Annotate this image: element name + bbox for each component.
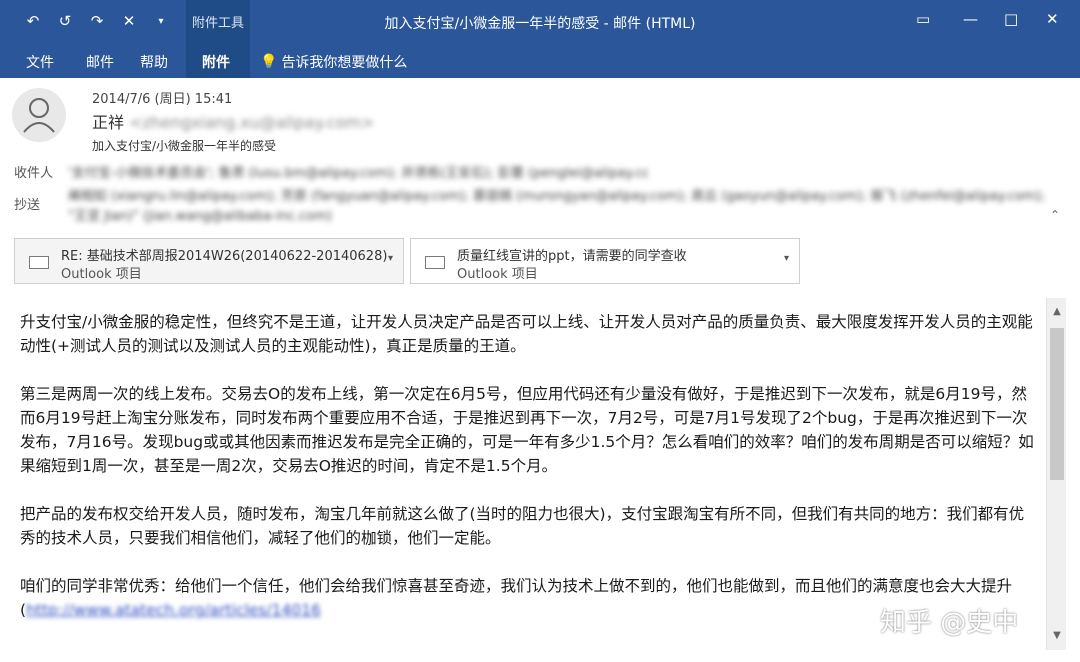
person-icon <box>23 98 55 133</box>
body-link[interactable]: http://www.atatech.org/articles/14016 <box>26 601 321 619</box>
sender-name: 正祥 <box>92 113 125 132</box>
reply-icon[interactable]: ↶ <box>22 10 44 32</box>
tab-help[interactable]: 帮助 <box>140 52 168 72</box>
cc-recipients-line2[interactable]: "王坚 Jian)" (jian.wang@alibaba-inc.com) <box>68 205 332 224</box>
qat-dropdown-icon[interactable]: ▾ <box>150 10 172 32</box>
attachment-item[interactable]: RE: 基础技术部周报2014W26(20140622-20140628) Ou… <box>14 238 404 284</box>
chevron-down-icon[interactable]: ▾ <box>784 253 789 264</box>
forward-icon[interactable]: ↷ <box>86 10 108 32</box>
body-paragraph: 把产品的发布权交给开发人员，随时发布，淘宝几年前就这么做了(当时的阻力也很大)，… <box>20 505 1025 547</box>
message-subject: 加入支付宝/小微金服一年半的感受 <box>92 139 277 153</box>
tab-file[interactable]: 文件 <box>26 52 54 72</box>
reply-all-icon[interactable]: ↺ <box>54 10 76 32</box>
body-paragraph: 升支付宝/小微金服的稳定性，但终究不是王道，让开发人员决定产品是否可以上线、让开… <box>20 313 1033 355</box>
to-label: 收件人 <box>14 166 54 181</box>
ribbon-tabs: 文件 邮件 帮助 💡 告诉我你想要做什么 <box>0 44 1080 78</box>
window-title: 加入支付宝/小微金服一年半的感受 - 邮件 (HTML) <box>384 16 696 32</box>
tell-me-box[interactable]: 💡 告诉我你想要做什么 <box>260 52 407 72</box>
scroll-up-icon[interactable]: ▲ <box>1050 306 1064 320</box>
quick-access-toolbar: ↶ ↺ ↷ ✕ ▾ <box>22 10 172 32</box>
attachment-type: Outlook 项目 <box>457 267 538 282</box>
sender-email: <zhengxiang.xu@alipay.com> <box>129 113 375 132</box>
scroll-down-icon[interactable]: ▼ <box>1050 630 1064 644</box>
body-paragraph: 第三是两周一次的线上发布。交易去O的发布上线，第一次定在6月5号，但应用代码还有… <box>20 385 1034 475</box>
cc-label: 抄送 <box>14 198 41 213</box>
restore-icon[interactable]: ▭ <box>916 10 930 28</box>
title-bar: ↶ ↺ ↷ ✕ ▾ 加入支付宝/小微金服一年半的感受 - 邮件 (HTML) ▭… <box>0 0 1080 44</box>
attachment-name: RE: 基础技术部周报2014W26(20140622-20140628) <box>61 249 388 264</box>
watermark: 知乎 @史中 <box>880 608 1019 638</box>
avatar <box>12 88 66 142</box>
attachment-bar: RE: 基础技术部周报2014W26(20140622-20140628) Ou… <box>0 230 1080 290</box>
tab-attachment[interactable]: 附件 <box>202 52 230 72</box>
collapse-header-icon[interactable]: ⌃ <box>1050 208 1060 222</box>
lightbulb-icon: 💡 <box>260 54 278 70</box>
mail-item-icon <box>29 256 49 269</box>
close-icon[interactable]: ✕ <box>1046 10 1059 28</box>
sender[interactable]: 正祥 <zhengxiang.xu@alipay.com> <box>92 109 374 133</box>
scrollbar-thumb[interactable] <box>1050 328 1064 480</box>
vertical-scrollbar[interactable]: ▲ ▼ <box>1046 298 1066 650</box>
tab-mail[interactable]: 邮件 <box>86 52 114 72</box>
to-recipients[interactable]: '支付宝-小微技术委员会'; 鲁肃 (lusu.bm@alipay.com); … <box>68 162 648 181</box>
cc-recipients-line1[interactable]: 阐相如 (xiangru.lin@alipay.com); 芳原 (fangyu… <box>68 185 1048 204</box>
chevron-down-icon[interactable]: ▾ <box>388 253 393 264</box>
attachment-item[interactable]: 质量红线宣讲的ppt，请需要的同学查收 Outlook 项目 ▾ <box>410 238 800 284</box>
minimize-icon[interactable]: — <box>963 10 978 28</box>
attachment-name: 质量红线宣讲的ppt，请需要的同学查收 <box>457 249 687 264</box>
message-date: 2014/7/6 (周日) 15:41 <box>92 92 233 107</box>
maximize-icon[interactable]: □ <box>1004 10 1018 28</box>
tell-me-text: 告诉我你想要做什么 <box>281 55 408 71</box>
mail-item-icon <box>425 256 445 269</box>
delete-icon[interactable]: ✕ <box>118 10 140 32</box>
context-tab-label: 附件工具 <box>191 16 244 31</box>
attachment-type: Outlook 项目 <box>61 267 142 282</box>
message-header: 2014/7/6 (周日) 15:41 正祥 <zhengxiang.xu@al… <box>0 78 1080 230</box>
